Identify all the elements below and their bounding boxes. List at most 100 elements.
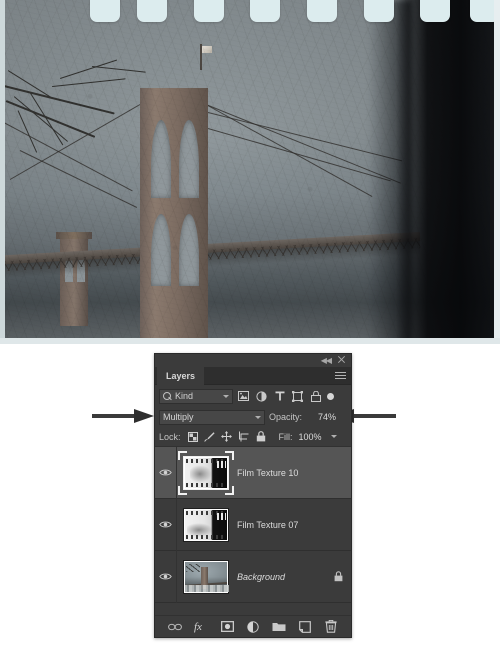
padlock-icon [334, 571, 342, 582]
lock-transparent-pixels-button[interactable] [186, 430, 200, 444]
fill-field[interactable]: 100% [299, 432, 322, 442]
image-canvas [0, 0, 500, 344]
layer-thumbnail-cell[interactable] [177, 447, 235, 499]
layer-visibility-cell[interactable] [155, 447, 177, 499]
layer-filter-row: Kind [155, 385, 351, 407]
lock-position-button[interactable] [220, 430, 234, 444]
layer-name[interactable]: Background [235, 572, 325, 582]
adjustment-circle-icon [256, 390, 267, 402]
padlock-icon [256, 431, 265, 442]
layer-lock-cell [325, 447, 351, 499]
sprocket-hole [137, 0, 167, 22]
selection-corner-tr [225, 450, 234, 460]
layers-panel-footer: fx [155, 615, 351, 637]
layer-thumbnail[interactable] [183, 559, 229, 594]
shape-frame-icon [292, 390, 303, 402]
new-fill-adjustment-button[interactable] [245, 619, 261, 635]
annotation-arrow-to-blend-mode [92, 409, 154, 423]
texture-smudge [187, 522, 213, 537]
eye-icon[interactable] [159, 572, 172, 581]
blend-mode-dropdown[interactable]: Multiply [159, 409, 265, 425]
chevron-down-icon[interactable] [330, 435, 337, 438]
layer-name[interactable]: Film Texture 10 [235, 468, 325, 478]
filter-adjustment-layers-button[interactable] [254, 389, 269, 404]
sprocket-hole [250, 0, 280, 22]
filter-pixel-layers-button[interactable] [236, 389, 251, 404]
lock-artboard-nesting-button[interactable] [237, 430, 251, 444]
screenshot-root: ◀◀ Layers Kind Multiply Opacity: 74% Loc… [0, 0, 500, 647]
layer-locked-indicator [325, 551, 351, 603]
filter-enable-toggle[interactable] [326, 389, 335, 404]
delete-layer-button[interactable] [323, 619, 339, 635]
fill-label: Fill: [278, 431, 293, 442]
blend-mode-value: Multiply [163, 412, 194, 422]
tab-layers[interactable]: Layers [157, 367, 205, 385]
layer-thumbnail[interactable] [178, 450, 234, 495]
layers-panel: ◀◀ Layers Kind Multiply Opacity: 74% Loc… [154, 353, 352, 638]
table-row[interactable]: Background [155, 550, 351, 603]
lock-image-pixels-button[interactable] [203, 430, 217, 444]
new-group-button[interactable] [271, 619, 287, 635]
layer-list: Film Texture 10 Film Texture 07 Backgrou… [155, 447, 351, 607]
sprocket-hole [307, 0, 337, 22]
sprocket-hole [364, 0, 394, 22]
sprocket-hole [90, 0, 120, 22]
filter-kind-select[interactable]: Kind [159, 388, 233, 404]
fx-icon: fx [194, 621, 202, 633]
sprocket-hole [420, 0, 450, 22]
link-chain-icon [168, 623, 182, 630]
move-arrows-icon [221, 431, 233, 442]
film-perforations [217, 460, 226, 468]
trash-icon [325, 620, 337, 633]
opacity-field[interactable]: 74% [306, 412, 336, 422]
filter-shape-layers-button[interactable] [290, 389, 305, 404]
eye-icon[interactable] [159, 520, 172, 529]
film-border-left [0, 0, 5, 344]
sprocket-hole [194, 0, 224, 22]
lock-row: Lock: Fill: 100% [155, 427, 351, 447]
chevron-down-icon [255, 415, 261, 419]
layer-name[interactable]: Film Texture 07 [235, 520, 325, 530]
new-layer-button[interactable] [297, 619, 313, 635]
lock-label: Lock: [159, 431, 181, 442]
filter-smart-objects-button[interactable] [308, 389, 323, 404]
opacity-label: Opacity: [269, 412, 303, 422]
smart-object-lock-icon [310, 390, 321, 402]
layer-style-button[interactable]: fx [193, 619, 209, 635]
layer-thumbnail[interactable] [183, 507, 229, 542]
selection-corner-br [225, 485, 234, 495]
layer-thumbnail-cell[interactable] [177, 551, 235, 603]
layer-visibility-cell[interactable] [155, 550, 177, 603]
table-row[interactable]: Film Texture 10 [155, 447, 351, 499]
layer-lock-cell [325, 499, 351, 551]
thumb-branches [186, 563, 200, 572]
panel-menu-icon[interactable] [335, 372, 346, 380]
folder-icon [272, 623, 286, 631]
filter-type-layers-button[interactable] [272, 389, 287, 404]
link-layers-button[interactable] [167, 619, 183, 635]
layer-thumbnail-cell[interactable] [177, 499, 235, 551]
checkerboard-icon [187, 431, 198, 442]
film-border-right [494, 0, 500, 344]
chevron-down-icon [223, 394, 229, 398]
eye-icon[interactable] [159, 468, 172, 477]
new-layer-page-icon [299, 620, 311, 633]
blend-mode-row: Multiply Opacity: 74% [155, 407, 351, 427]
selection-corner-bl [178, 485, 187, 495]
half-circle-icon [247, 620, 259, 633]
close-icon[interactable] [337, 355, 346, 364]
filter-kind-label: Kind [175, 391, 194, 401]
texture-smudge [190, 464, 212, 483]
background-photo-thumb [185, 561, 229, 592]
layer-mask-button[interactable] [219, 619, 235, 635]
lock-all-button[interactable] [254, 430, 268, 444]
thumb-city-skyline [185, 584, 229, 592]
table-row[interactable]: Film Texture 07 [155, 498, 351, 551]
selection-corner-tl [178, 450, 187, 460]
film-sprocket-strip [0, 0, 500, 30]
panel-titlebar: ◀◀ [155, 354, 351, 367]
svg-text:fx: fx [194, 621, 202, 633]
collapse-double-arrow-icon[interactable]: ◀◀ [321, 356, 332, 366]
layer-visibility-cell[interactable] [155, 498, 177, 551]
artboard-icon [239, 431, 249, 442]
